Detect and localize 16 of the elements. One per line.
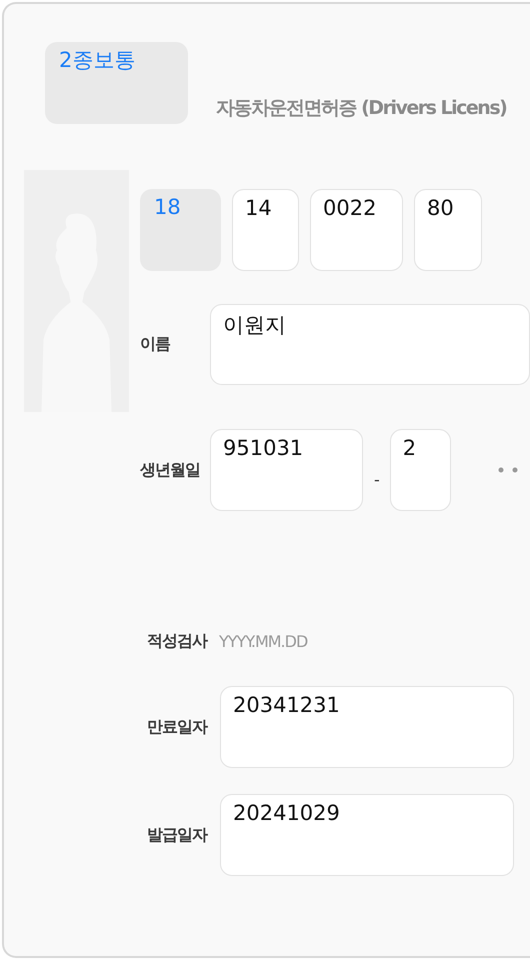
- issue-date-field[interactable]: 20241029: [220, 794, 514, 876]
- name-field[interactable]: 이원지: [210, 304, 530, 385]
- license-number-field[interactable]: 14: [232, 189, 299, 271]
- license-number-field[interactable]: 0022: [310, 189, 403, 271]
- field-label: 이름: [140, 334, 172, 355]
- field-label: 만료일자: [147, 716, 208, 738]
- field-label: 발급일자: [147, 824, 208, 846]
- expiry-date-field[interactable]: 20341231: [220, 686, 514, 768]
- aptitude-date-field[interactable]: YYYY.MM.DD: [219, 632, 369, 651]
- license-number-field[interactable]: 80: [414, 189, 482, 271]
- field-label: 적성검사: [147, 631, 208, 652]
- separator: -: [374, 470, 380, 488]
- card-title: 자동차운전면허증 (Drivers Licens): [216, 96, 506, 121]
- field-label: 생년월일: [140, 460, 201, 480]
- birth-date-field[interactable]: 951031: [210, 429, 363, 511]
- id-digit-field[interactable]: 2: [390, 429, 451, 511]
